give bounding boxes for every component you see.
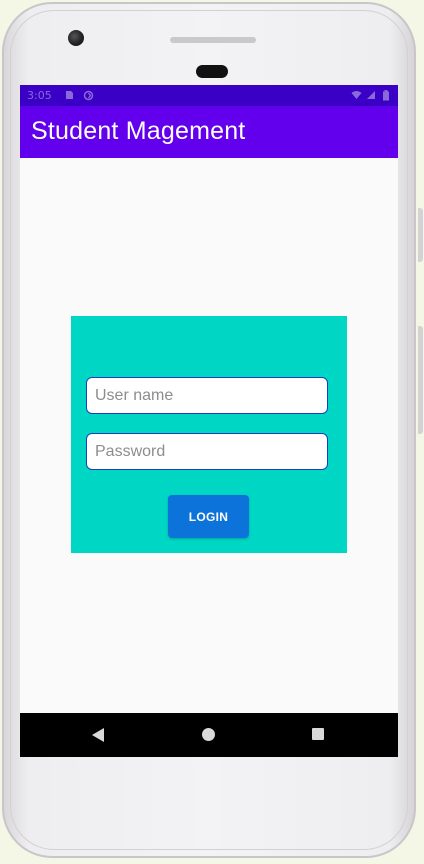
power-button [418,208,423,262]
sync-icon [83,90,94,101]
wifi-icon [351,90,362,100]
username-input[interactable] [86,377,328,414]
recent-apps-icon[interactable] [312,728,324,740]
login-card: LOGIN [71,316,347,553]
front-camera [68,30,84,46]
phone-screen: 3:05 Student Magement User name LOGIN [20,85,398,757]
app-title: Student Magement [31,117,246,145]
login-button[interactable]: LOGIN [168,495,249,538]
proximity-sensor [196,65,228,78]
login-screen: LOGIN [20,158,398,713]
volume-button [418,326,423,434]
battery-icon [382,90,392,101]
navigation-bar [20,713,398,757]
status-time: 3:05 [27,89,52,102]
sim-card-icon [64,90,74,100]
earpiece-speaker [170,37,256,43]
home-icon[interactable] [202,728,215,741]
status-bar: 3:05 [20,85,398,106]
app-bar: Student Magement [20,106,398,158]
back-icon[interactable] [92,728,104,742]
cell-signal-icon [366,90,376,100]
password-input[interactable] [86,433,328,470]
